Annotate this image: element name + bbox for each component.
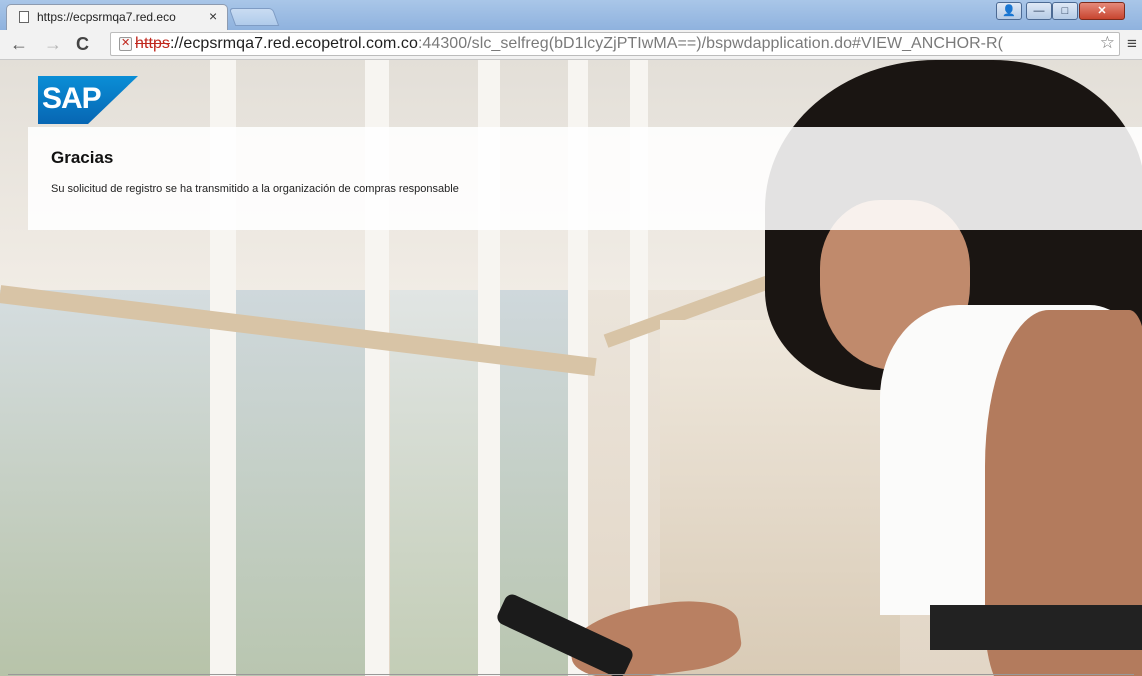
forward-icon[interactable]: →: [44, 34, 62, 55]
page-content: SAP Gracias Su solicitud de registro se …: [0, 60, 1142, 676]
browser-toolbar: ← → C https://ecpsrmqa7.red.ecopetrol.co…: [0, 30, 1142, 60]
page-icon: [19, 11, 29, 23]
url-scheme: https: [135, 35, 170, 52]
tab-close-icon[interactable]: ×: [209, 8, 217, 24]
reload-icon[interactable]: C: [76, 34, 89, 55]
confirmation-message: Su solicitud de registro se ha transmiti…: [51, 183, 459, 195]
url-path: :44300/slc_selfreg(bD1lcyZjPTIwMA==)/bsp…: [417, 35, 1004, 52]
page-title: Gracias: [51, 148, 114, 167]
minimize-button[interactable]: —: [1026, 2, 1052, 20]
maximize-button[interactable]: □: [1052, 2, 1078, 20]
person-belt: [930, 605, 1142, 650]
bottom-divider: [8, 674, 1134, 675]
back-icon[interactable]: ←: [10, 34, 28, 55]
browser-title-bar: https://ecpsrmqa7.red.eco × 👤 — □ ✕: [0, 0, 1142, 30]
bookmark-star-icon[interactable]: ☆: [1100, 33, 1115, 53]
insecure-lock-icon[interactable]: [119, 36, 132, 51]
address-bar[interactable]: https://ecpsrmqa7.red.ecopetrol.com.co:4…: [110, 32, 1120, 56]
background-window-glass: [235, 290, 365, 676]
browser-menu-icon[interactable]: ≡: [1127, 34, 1137, 54]
user-icon[interactable]: 👤: [996, 2, 1022, 20]
url-host: ://ecpsrmqa7.red.ecopetrol.com.co: [169, 35, 418, 52]
background-window-glass: [0, 290, 220, 676]
url-text[interactable]: https://ecpsrmqa7.red.ecopetrol.com.co:4…: [135, 35, 1003, 53]
confirmation-panel: Gracias Su solicitud de registro se ha t…: [28, 127, 1142, 230]
tab-title: https://ecpsrmqa7.red.eco: [37, 10, 176, 24]
new-tab-button[interactable]: [228, 8, 280, 26]
sap-logo-text: SAP: [42, 82, 102, 115]
browser-tab[interactable]: https://ecpsrmqa7.red.eco ×: [6, 4, 228, 30]
close-window-button[interactable]: ✕: [1079, 2, 1125, 20]
